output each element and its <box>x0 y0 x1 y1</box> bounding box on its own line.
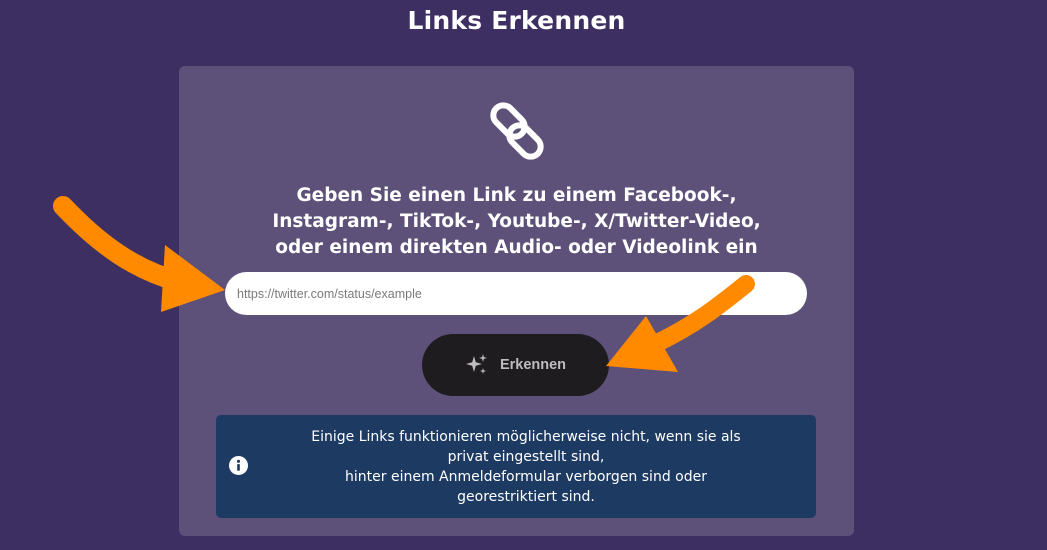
page-title: Links Erkennen <box>407 6 626 35</box>
detect-button-label: Erkennen <box>499 357 567 373</box>
info-icon <box>229 456 248 475</box>
detect-button[interactable]: Erkennen <box>422 334 609 396</box>
instruction-headline: Geben Sie einen Link zu einem Facebook-,… <box>199 183 834 261</box>
notice-text: Einige Links funktionieren möglicherweis… <box>266 427 786 507</box>
notice-line: privat eingestellt sind, <box>447 449 605 465</box>
link-detect-card: Geben Sie einen Link zu einem Facebook-,… <box>179 66 854 536</box>
link-icon <box>490 102 544 160</box>
notice-line: georestriktiert sind. <box>457 489 595 505</box>
notice-line: hinter einem Anmeldeformular verborgen s… <box>345 469 707 485</box>
notice-line: Einige Links funktionieren möglicherweis… <box>311 429 741 445</box>
url-input[interactable] <box>225 272 807 315</box>
notice-box: Einige Links funktionieren möglicherweis… <box>216 415 816 518</box>
headline-line: oder einem direkten Audio- oder Videolin… <box>275 237 758 258</box>
headline-line: Geben Sie einen Link zu einem Facebook-, <box>296 185 737 206</box>
headline-line: Instagram-, TikTok-, Youtube-, X/Twitter… <box>272 211 761 232</box>
sparkle-icon <box>465 354 487 374</box>
